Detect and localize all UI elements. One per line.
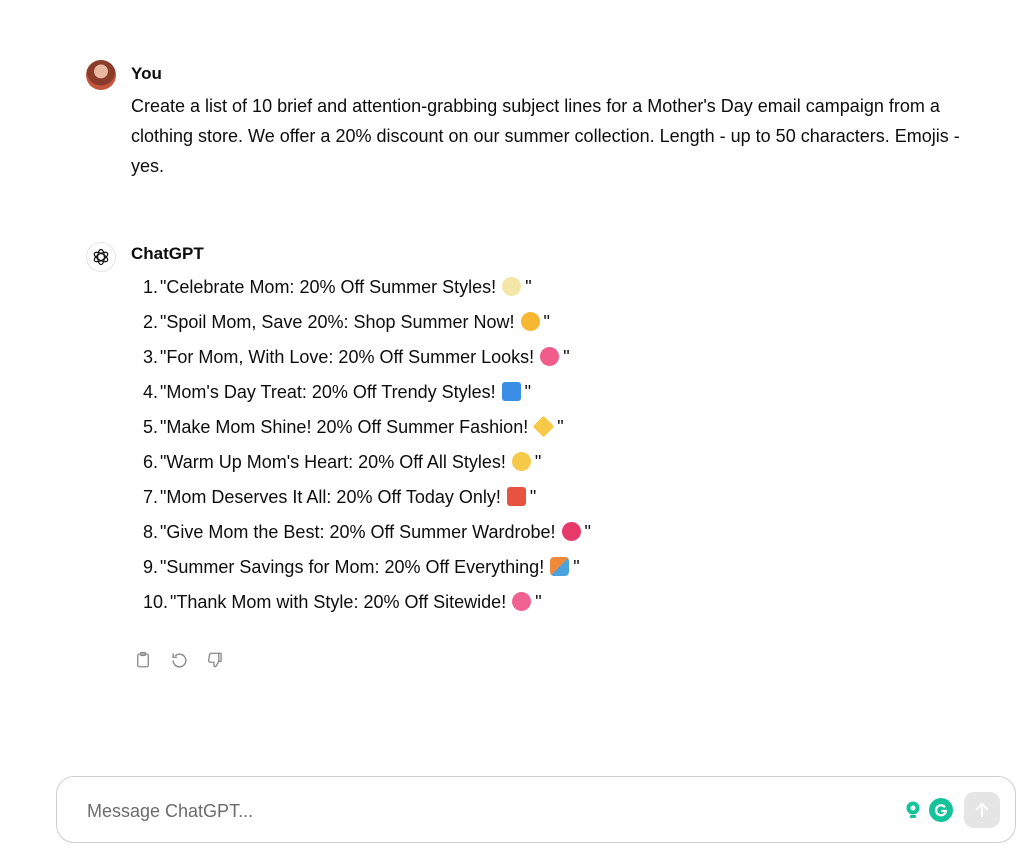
beach-umbrella-emoji-icon (550, 557, 570, 576)
lightbulb-icon[interactable] (903, 799, 923, 821)
send-button[interactable] (964, 792, 1000, 828)
list-item: 10. "Thank Mom with Style: 20% Off Sitewi… (142, 592, 542, 612)
message-composer (56, 776, 1016, 843)
list-item: 4. "Mom's Day Treat: 20% Off Trendy Style… (142, 382, 532, 402)
sparkles-emoji-icon (532, 415, 555, 438)
list-item: 9. "Summer Savings for Mom: 20% Off Every… (142, 557, 580, 577)
regenerate-button[interactable] (168, 649, 190, 671)
hibiscus-emoji-icon (512, 592, 532, 611)
list-item: 5. "Make Mom Shine! 20% Off Summer Fashio… (142, 415, 564, 438)
two-hearts-emoji-icon (540, 347, 560, 366)
grammarly-icon[interactable] (929, 798, 953, 822)
user-avatar (86, 60, 116, 90)
list-item: 8. "Give Mom the Best: 20% Off Summer War… (142, 522, 591, 542)
list-item: 3. "For Mom, With Love: 20% Off Summer Lo… (142, 347, 570, 367)
gift-emoji-icon (506, 487, 526, 506)
message-actions (132, 649, 226, 671)
sun-emoji-icon (520, 312, 540, 331)
thumbs-down-button[interactable] (204, 649, 226, 671)
list-item: 2. "Spoil Mom, Save 20%: Shop Summer Now!… (142, 312, 550, 332)
message-input[interactable] (87, 798, 867, 824)
blossom-emoji-icon (502, 277, 522, 296)
copy-icon (137, 651, 149, 668)
list-item: 7. "Mom Deserves It All: 20% Off Today On… (142, 487, 537, 507)
sparkling-heart-emoji-icon (561, 522, 581, 541)
list-item: 1. "Celebrate Mom: 20% Off Summer Styles!… (142, 277, 532, 297)
subject-lines-list: 1. "Celebrate Mom: 20% Off Summer Styles!… (136, 273, 936, 623)
thumbs-down-icon (207, 652, 222, 668)
smiling-hearts-emoji-icon (511, 452, 531, 471)
arrow-up-icon (975, 803, 989, 817)
user-author-name: You (131, 64, 162, 83)
list-item: 6. "Warm Up Mom's Heart: 20% Off All Styl… (142, 452, 542, 472)
chat-page: You Create a list of 10 brief and attent… (0, 0, 1029, 851)
copy-button[interactable] (132, 649, 154, 671)
shopping-bags-emoji-icon (501, 382, 521, 401)
regenerate-icon (171, 652, 187, 668)
openai-logo-icon (86, 242, 116, 272)
assistant-author-name: ChatGPT (131, 244, 204, 263)
user-message-text: Create a list of 10 brief and attention-… (131, 96, 960, 176)
